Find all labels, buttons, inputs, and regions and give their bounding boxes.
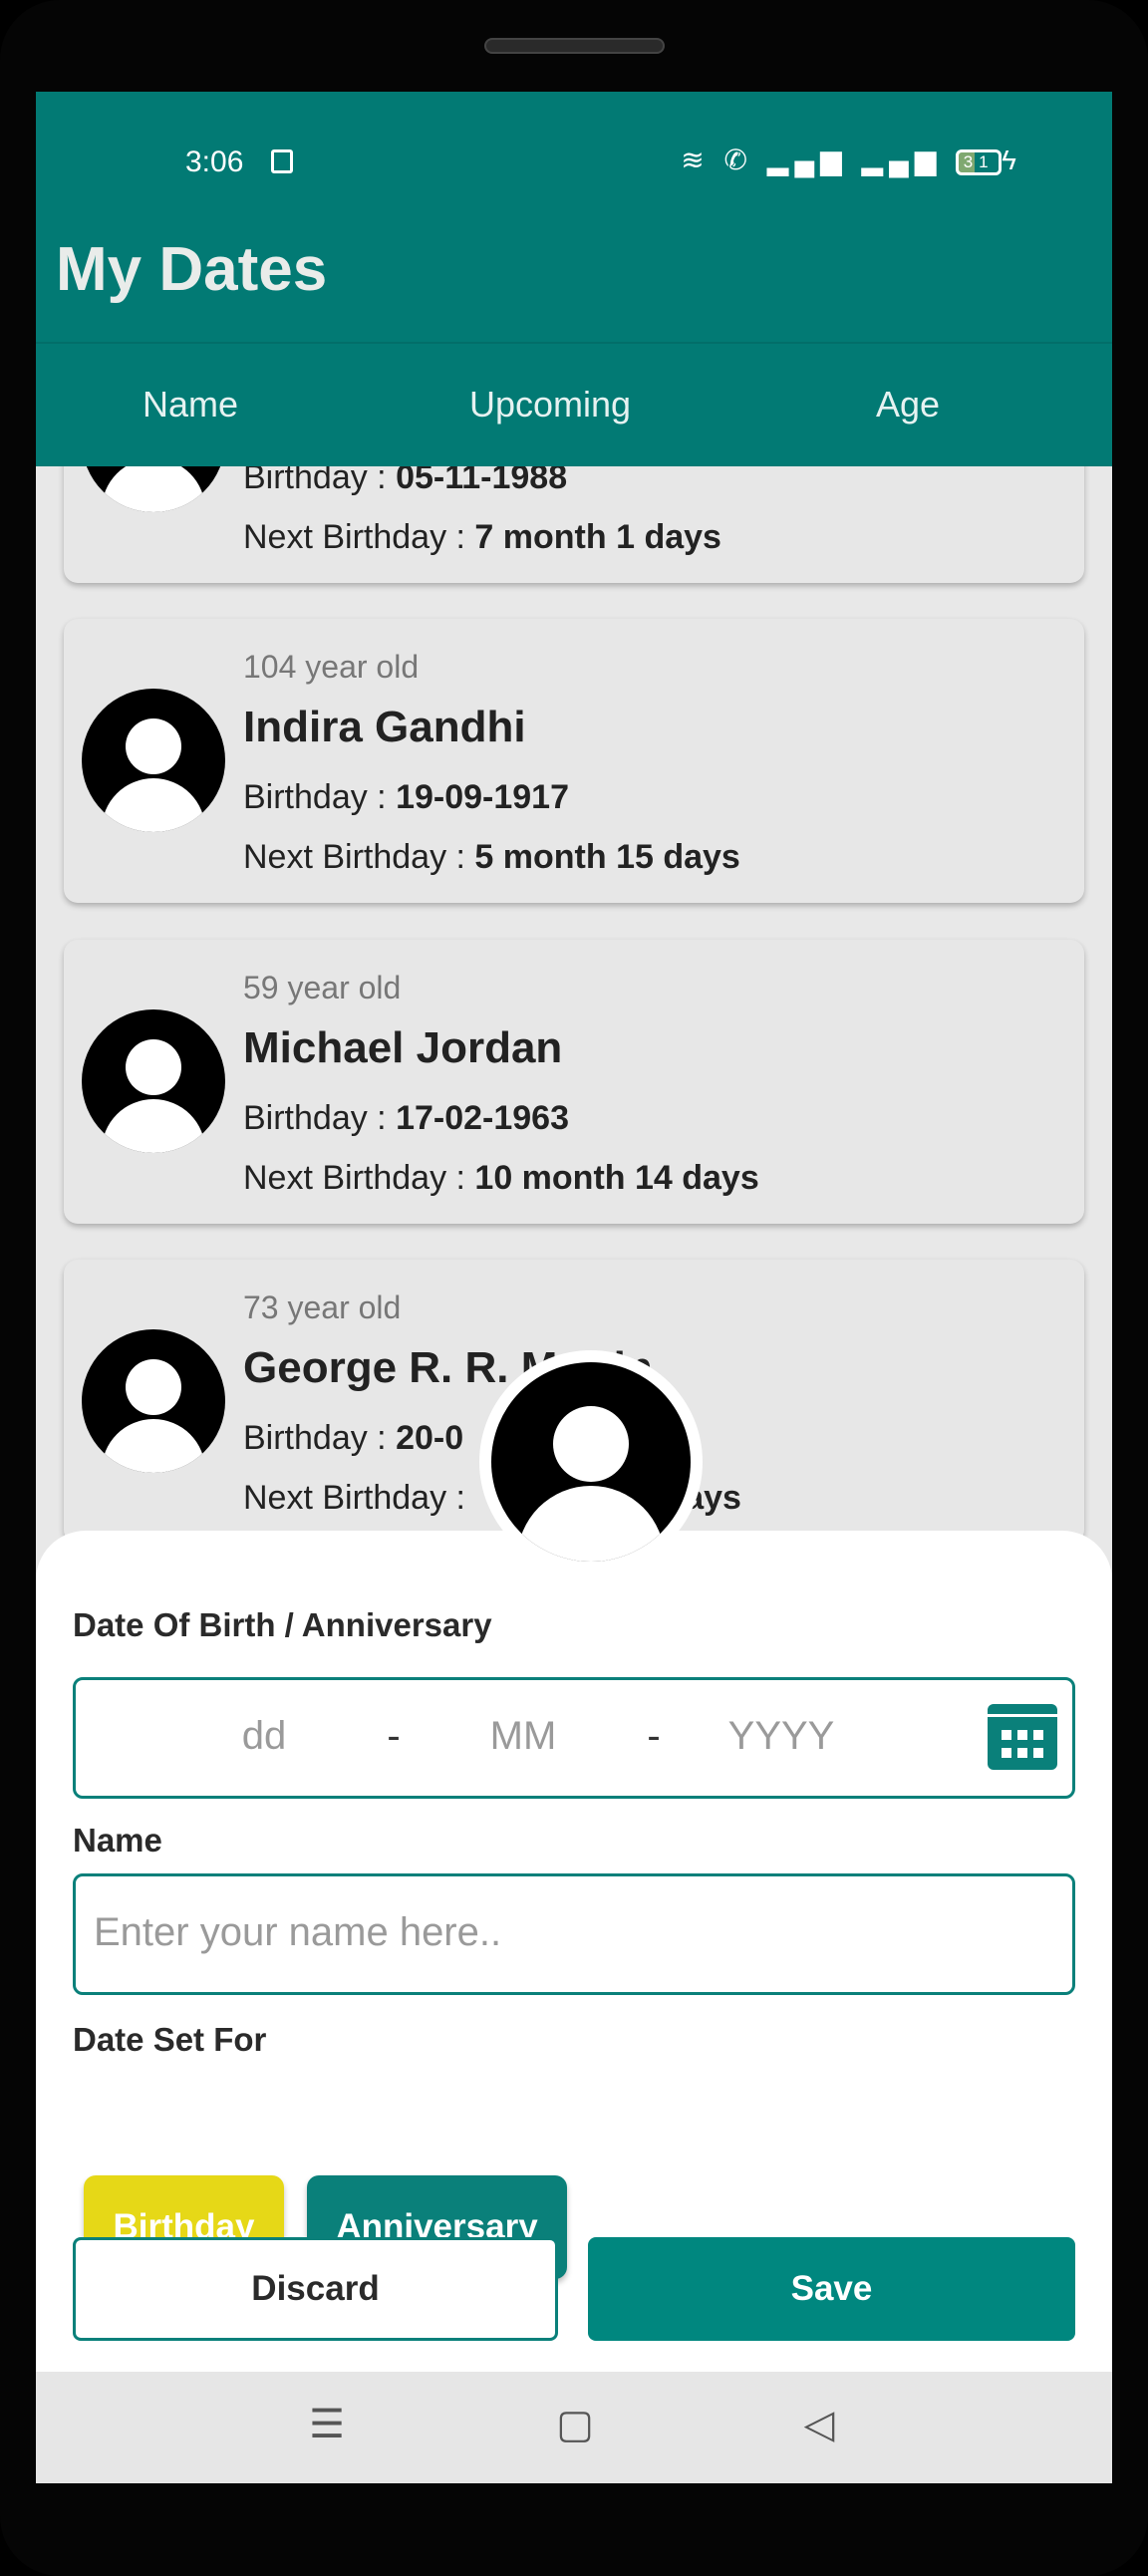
name-label: Name [73,1822,162,1859]
charging-icon: ϟ [1002,144,1022,175]
discard-button[interactable]: Discard [73,2237,558,2341]
next-birthday-label: Next Birthday : [243,1479,475,1517]
phone-frame: 3:06 ≋ ✆ ▂▄▆ ▂▄▆ 31 ϟ My Dates Name Upcom… [0,0,1148,2576]
wifi-call-icon: ✆ [723,144,754,175]
avatar [82,689,225,832]
status-icons: ≋ ✆ ▂▄▆ ▂▄▆ 31 ϟ [681,143,1022,176]
birthday-line: Birthday : 17-02-1963 [243,1099,569,1137]
birthday-line: Birthday : 05-11-1988 [243,466,568,496]
signal-icon: ▂▄▆ [861,144,943,175]
birthday-line: Birthday : 19-09-1917 [243,778,569,816]
list-item[interactable]: 59 year old Michael Jordan Birthday : 17… [64,940,1084,1224]
avatar [491,1362,691,1562]
date-label: Date Of Birth / Anniversary [73,1606,492,1643]
speaker-notch [484,38,665,54]
home-icon[interactable]: ▢ [556,2402,594,2447]
sort-tabs: Name Upcoming Age [36,342,1112,466]
calendar-icon[interactable] [988,1704,1057,1770]
tab-name[interactable]: Name [143,384,238,426]
back-icon[interactable]: ◁ [804,2402,835,2447]
profile-photo-picker[interactable] [479,1350,703,1574]
year-input[interactable]: YYYY [728,1714,835,1759]
next-birthday-line: Next Birthday : 10 month 14 days [243,1159,759,1197]
wifi-icon: ≋ [681,144,711,175]
person-name: Indira Gandhi [243,703,526,751]
list-item[interactable]: 104 year old Indira Gandhi Birthday : 19… [64,619,1084,903]
separator: - [647,1714,661,1758]
tab-age[interactable]: Age [876,384,940,426]
list-item[interactable]: Birthday : 05-11-1988 Next Birthday : 7 … [64,466,1084,583]
screen: 3:06 ≋ ✆ ▂▄▆ ▂▄▆ 31 ϟ My Dates Name Upcom… [36,92,1112,2483]
date-input[interactable]: dd - MM - YYYY [73,1677,1075,1799]
notes-icon [271,149,293,173]
next-birthday-line: Next Birthday : 7 month 1 days [243,518,721,556]
save-button[interactable]: Save [588,2237,1075,2341]
app-bar: My Dates [36,200,1112,342]
page-title: My Dates [56,235,328,304]
menu-icon[interactable]: ☰ [309,2402,345,2447]
next-birthday-line: Next Birthday : 5 month 15 days [243,838,740,876]
status-time: 3:06 [185,145,244,178]
birthday-line: Birthday : 20-0 [243,1419,464,1457]
battery-icon: 31 [956,148,1003,175]
age-label: 73 year old [243,1289,402,1325]
date-set-for-label: Date Set For [73,2021,267,2058]
avatar [82,1329,225,1473]
age-label: 59 year old [243,970,402,1005]
age-label: 104 year old [243,649,420,685]
person-name: Michael Jordan [243,1023,563,1072]
status-bar: 3:06 ≋ ✆ ▂▄▆ ▂▄▆ 31 ϟ [36,92,1112,200]
avatar [82,1009,225,1153]
system-nav-bar: ☰ ▢ ◁ [36,2372,1112,2483]
separator: - [387,1714,401,1758]
month-input[interactable]: MM [490,1714,557,1759]
tab-upcoming[interactable]: Upcoming [469,384,631,426]
signal-icon: ▂▄▆ [766,144,848,175]
day-input[interactable]: dd [242,1714,287,1759]
avatar [82,466,225,512]
name-placeholder: Enter your name here.. [94,1910,502,1954]
name-input[interactable]: Enter your name here.. [73,1873,1075,1995]
